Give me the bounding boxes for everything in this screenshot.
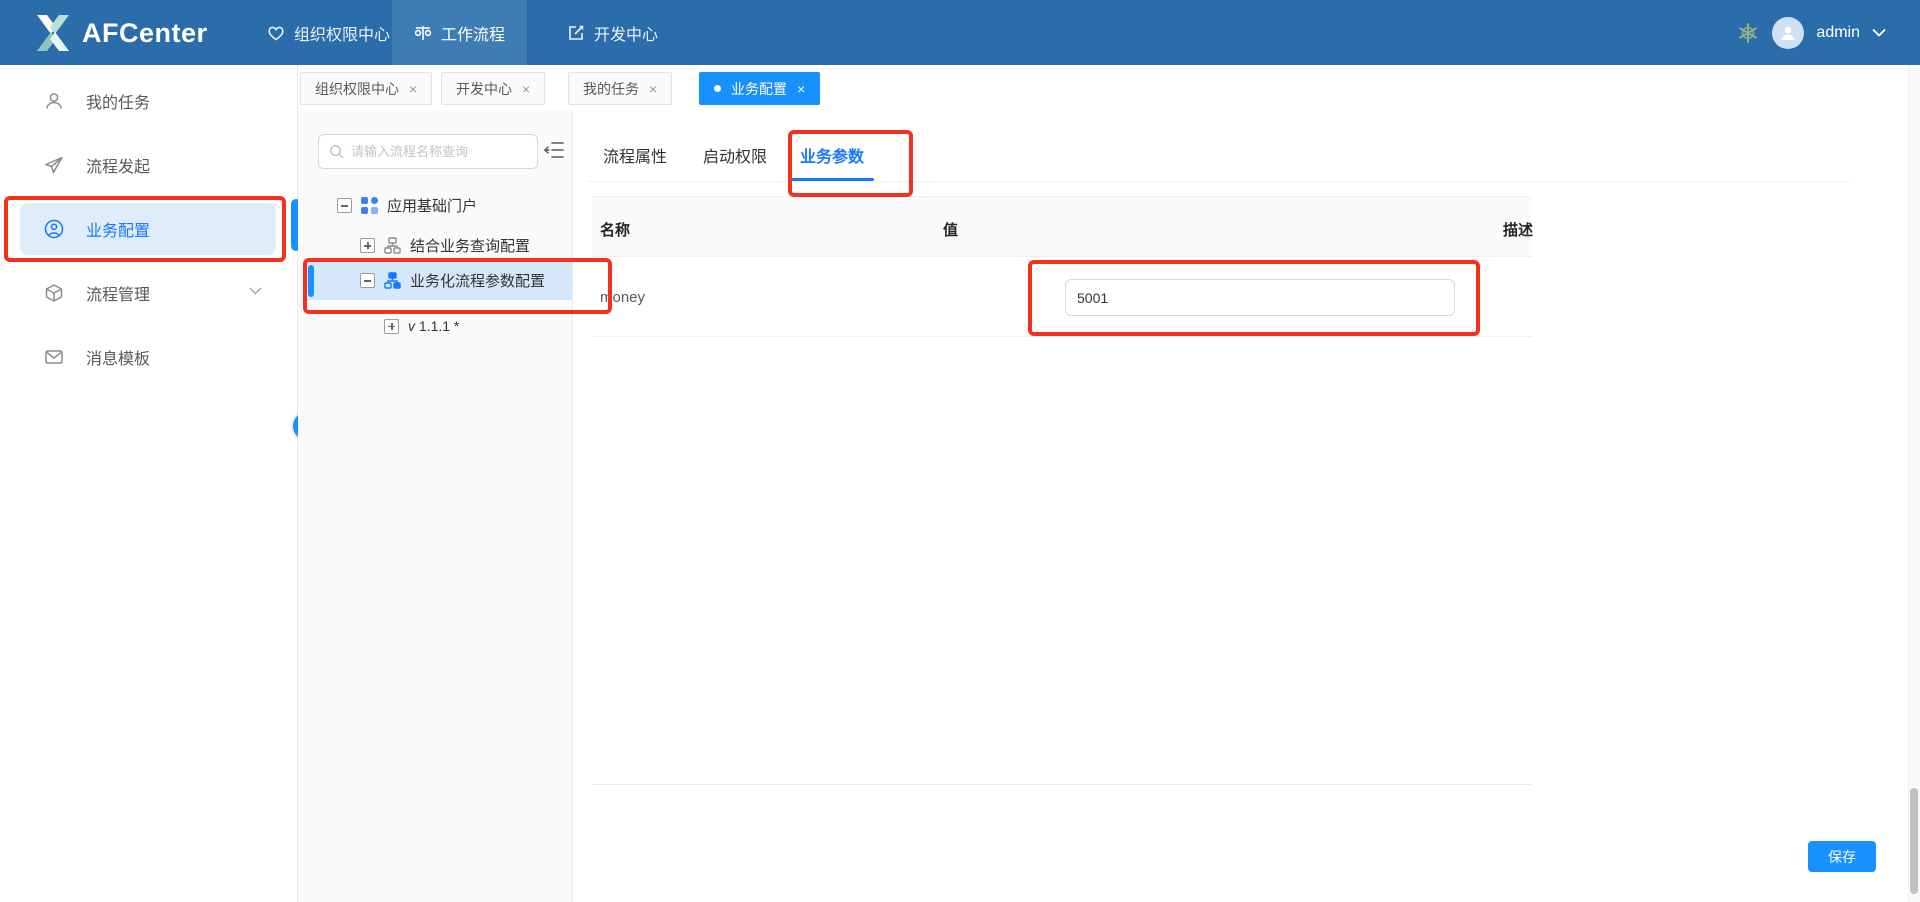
person-icon [44, 91, 64, 111]
sidebar-item-process-manage[interactable]: 流程管理 [0, 267, 298, 319]
app-logo-icon [34, 13, 72, 53]
table-header [592, 196, 1532, 257]
collapse-toggle-icon[interactable] [337, 198, 352, 213]
collapse-all-icon[interactable] [544, 141, 564, 159]
sidebar: 我的任务 流程发起 业务配置 流程管理 [0, 65, 298, 902]
tree-search-box [318, 134, 538, 169]
param-name-cell: money [600, 289, 645, 306]
app-title: AFCenter [82, 18, 208, 49]
user-avatar[interactable] [1772, 17, 1804, 49]
nav-dev-center[interactable]: 开发中心 [545, 0, 680, 65]
tree-node-label: 应用基础门户 [387, 195, 477, 216]
sidebar-item-process-start[interactable]: 流程发起 [0, 139, 298, 191]
nav-label: 组织权限中心 [294, 21, 390, 45]
tab-business-params[interactable]: 业务参数 [800, 143, 864, 167]
opened-pages-tabstrip: 组织权限中心 × 开发中心 × 我的任务 × 业务配置 × [298, 65, 1908, 110]
close-icon[interactable]: × [522, 81, 530, 97]
tabbar-divider [588, 181, 1850, 182]
nav-label: 工作流程 [441, 21, 505, 45]
tree-node-label: 结合业务查询配置 [410, 235, 530, 256]
page-tab-label: 我的任务 [583, 79, 639, 99]
sidebar-item-label: 业务配置 [86, 217, 150, 241]
top-right-cluster: admin [1736, 0, 1910, 65]
page-tab-business-config[interactable]: 业务配置 × [699, 72, 820, 105]
sitemap-icon-blue [384, 272, 401, 289]
tree-node-combined-query-config[interactable]: 结合业务查询配置 [360, 235, 530, 256]
tree-node-label: 业务化流程参数配置 [410, 270, 545, 291]
tree-selected-indicator [308, 265, 314, 297]
person-circle-icon [44, 219, 64, 239]
tree-node-version[interactable]: v 1.1.1 * [384, 318, 459, 334]
active-dot-icon [714, 85, 721, 92]
workflow-icon [414, 24, 432, 42]
page-tab-label: 开发中心 [456, 79, 512, 99]
collapse-toggle-icon[interactable] [360, 273, 375, 288]
nav-workflow[interactable]: 工作流程 [392, 0, 527, 65]
close-icon[interactable]: × [797, 81, 805, 97]
paper-plane-icon [44, 155, 64, 175]
nav-label: 开发中心 [594, 21, 658, 45]
search-icon [329, 144, 344, 159]
footer-divider [592, 784, 1532, 785]
tab-start-permission[interactable]: 启动权限 [703, 143, 767, 167]
nav-org-permission-center[interactable]: 组织权限中心 [245, 0, 412, 65]
process-tree-panel: 应用基础门户 结合业务查询配置 业务化流程参数配置 v 1.1.1 * [298, 110, 573, 902]
page-tab-label: 业务配置 [731, 79, 787, 99]
user-name[interactable]: admin [1816, 24, 1860, 42]
scrollbar-track [1908, 65, 1920, 902]
tree-node-business-process-param-config[interactable]: 业务化流程参数配置 [360, 270, 545, 291]
param-value-input[interactable] [1065, 279, 1455, 316]
app-logo[interactable]: AFCenter [34, 12, 208, 54]
page-tab-label: 组织权限中心 [315, 79, 399, 99]
expand-toggle-icon[interactable] [384, 319, 399, 334]
scrollbar-thumb[interactable] [1910, 788, 1918, 894]
assistant-plugin-icon[interactable] [1736, 21, 1760, 45]
expand-toggle-icon[interactable] [360, 238, 375, 253]
envelope-icon [44, 347, 64, 367]
sidebar-item-my-tasks[interactable]: 我的任务 [0, 75, 298, 127]
edit-square-icon [567, 24, 585, 42]
chevron-down-icon [249, 287, 262, 295]
heart-icon [267, 24, 285, 42]
sidebar-item-business-config[interactable]: 业务配置 [0, 203, 298, 255]
close-icon[interactable]: × [409, 81, 417, 97]
column-header-name: 名称 [600, 219, 630, 240]
tree-search-input[interactable] [351, 144, 521, 159]
app-grid-icon [361, 197, 378, 214]
sidebar-item-label: 流程管理 [86, 281, 150, 305]
page-tab-org-permission[interactable]: 组织权限中心 × [300, 72, 432, 105]
tab-process-properties[interactable]: 流程属性 [603, 143, 667, 167]
top-bar: AFCenter 组织权限中心 工作流程 开发中心 [0, 0, 1920, 65]
chevron-down-icon[interactable] [1872, 28, 1886, 37]
tree-node-label: v 1.1.1 * [408, 318, 459, 334]
sidebar-item-label: 流程发起 [86, 153, 150, 177]
column-header-value: 值 [943, 219, 958, 240]
page-tab-my-tasks[interactable]: 我的任务 × [568, 72, 672, 105]
save-button[interactable]: 保存 [1808, 841, 1876, 872]
close-icon[interactable]: × [649, 81, 657, 97]
sitemap-icon [384, 237, 401, 254]
tree-node-app-portal[interactable]: 应用基础门户 [337, 195, 477, 216]
cube-icon [44, 283, 64, 303]
sidebar-item-label: 我的任务 [86, 89, 150, 113]
page-tab-dev-center[interactable]: 开发中心 × [441, 72, 545, 105]
column-header-description: 描述 [1503, 219, 1533, 240]
sidebar-item-label: 消息模板 [86, 345, 150, 369]
sidebar-item-message-template[interactable]: 消息模板 [0, 331, 298, 383]
